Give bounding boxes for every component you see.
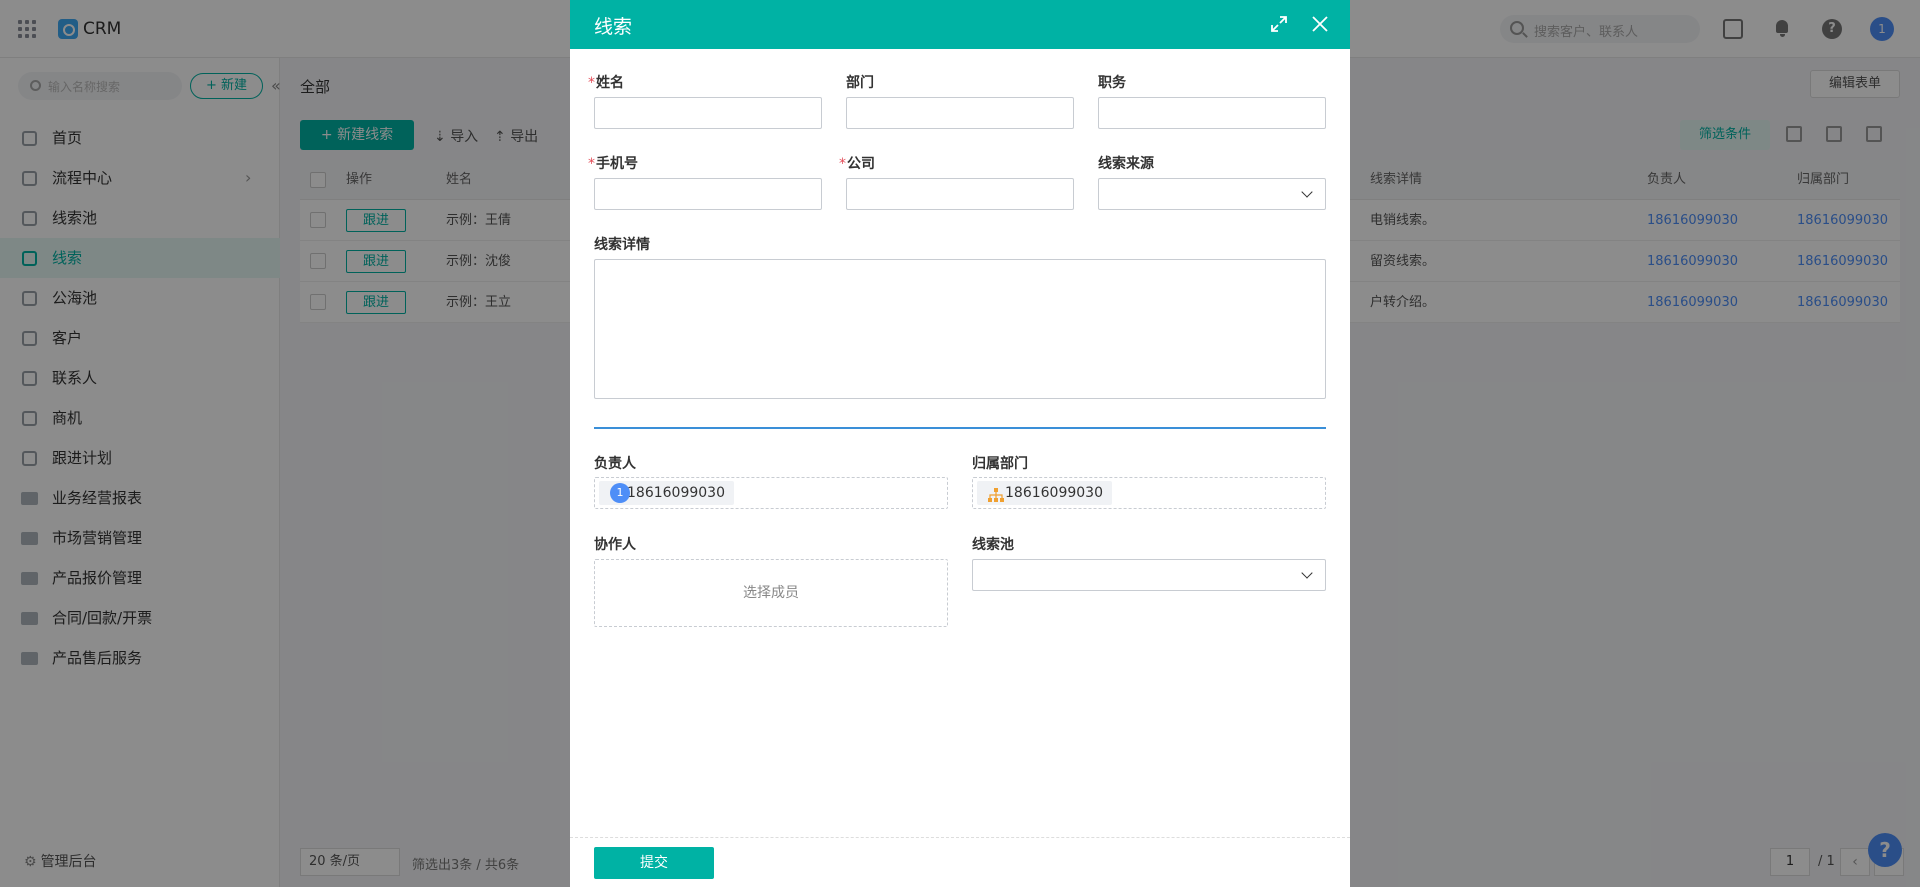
detail-textarea[interactable] xyxy=(594,259,1326,399)
phone-input[interactable] xyxy=(594,178,822,210)
expand-icon[interactable] xyxy=(1270,15,1288,33)
owner-tag[interactable]: 1 18616099030 xyxy=(599,481,734,505)
belong-dept-value: 18616099030 xyxy=(1005,485,1103,501)
source-select[interactable] xyxy=(1098,178,1326,210)
title-label: 职务 xyxy=(1098,75,1126,91)
collab-label: 协作人 xyxy=(594,537,636,553)
company-label-text: 公司 xyxy=(847,156,875,172)
owner-label: 负责人 xyxy=(594,456,636,472)
company-input[interactable] xyxy=(846,178,1074,210)
belong-dept-label: 归属部门 xyxy=(972,456,1028,472)
phone-label-text: 手机号 xyxy=(596,156,638,172)
owner-avatar: 1 xyxy=(610,483,630,503)
name-label-text: 姓名 xyxy=(596,75,624,91)
company-label: *公司 xyxy=(839,153,875,173)
org-chart-icon xyxy=(988,486,1004,502)
source-label: 线索来源 xyxy=(1098,156,1154,172)
phone-label: *手机号 xyxy=(588,153,638,173)
belong-dept-tag[interactable]: 18616099030 xyxy=(977,481,1112,505)
name-input[interactable] xyxy=(594,97,822,129)
pool-select[interactable] xyxy=(972,559,1326,591)
required-mark: * xyxy=(588,75,595,91)
detail-label: 线索详情 xyxy=(594,237,650,253)
belong-dept-field[interactable]: 18616099030 xyxy=(972,477,1326,509)
modal-header: 线索 xyxy=(570,0,1350,49)
required-mark: * xyxy=(839,156,846,172)
owner-value: 18616099030 xyxy=(627,485,725,501)
owner-field[interactable]: 1 18616099030 xyxy=(594,477,948,509)
submit-button[interactable]: 提交 xyxy=(594,847,714,879)
collab-select-members[interactable]: 选择成员 xyxy=(594,559,948,627)
dept-input[interactable] xyxy=(846,97,1074,129)
section-divider xyxy=(594,427,1326,429)
app-root: CRM 搜索客户、联系人 ? 1 输入名称搜索 + 新建 « 首页 流程中心 › … xyxy=(0,0,1920,887)
footer-divider xyxy=(570,837,1350,838)
title-input[interactable] xyxy=(1098,97,1326,129)
close-icon[interactable] xyxy=(1311,15,1329,33)
dept-label: 部门 xyxy=(846,75,874,91)
lead-modal: 线索 *姓名 部门 职务 *手机号 *公司 线索来源 线索详情 负责人 1 18… xyxy=(570,0,1350,887)
modal-title: 线索 xyxy=(594,16,633,38)
required-mark: * xyxy=(588,156,595,172)
name-label: *姓名 xyxy=(588,72,624,92)
pool-label: 线索池 xyxy=(972,537,1014,553)
